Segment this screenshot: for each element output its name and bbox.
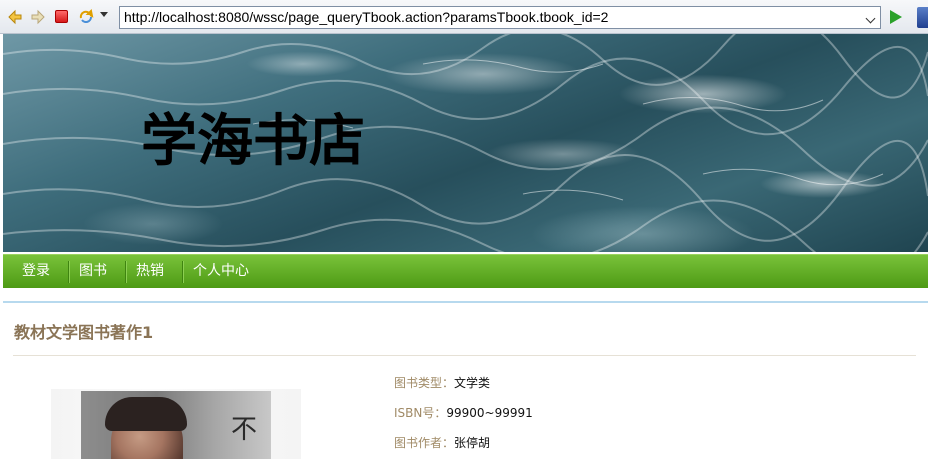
title-divider bbox=[13, 355, 916, 356]
main-nav: 登录 图书 热销 个人中心 bbox=[3, 254, 928, 288]
isbn-label: ISBN号： bbox=[394, 406, 447, 420]
isbn-row: ISBN号：99900~99991 bbox=[394, 404, 533, 421]
book-type-value: 文学类 bbox=[454, 376, 491, 390]
nav-divider bbox=[68, 261, 70, 283]
url-text: http://localhost:8080/wssc/page_queryTbo… bbox=[124, 9, 609, 25]
site-banner: 学海书店 bbox=[3, 34, 928, 252]
author-row: 图书作者：张停胡 bbox=[394, 434, 490, 451]
back-arrow-icon[interactable] bbox=[7, 9, 23, 25]
refresh-icon[interactable] bbox=[78, 9, 94, 25]
url-dropdown-icon[interactable] bbox=[865, 13, 876, 24]
book-type-label: 图书类型： bbox=[394, 376, 455, 390]
site-title: 学海书店 bbox=[141, 109, 365, 174]
history-dropdown-icon[interactable] bbox=[100, 12, 108, 17]
cover-portrait-hair bbox=[105, 397, 187, 431]
book-title: 教材文学图书著作1 bbox=[14, 323, 154, 342]
cover-title-text: 不 bbox=[231, 415, 258, 445]
forward-arrow-icon[interactable] bbox=[30, 9, 46, 25]
address-bar[interactable]: http://localhost:8080/wssc/page_queryTbo… bbox=[119, 6, 881, 29]
author-label: 图书作者： bbox=[394, 436, 455, 450]
nav-item-bestsellers[interactable]: 热销 bbox=[136, 255, 164, 288]
book-cover-image[interactable]: 不 bbox=[81, 391, 271, 459]
go-icon[interactable] bbox=[890, 10, 902, 24]
nav-divider bbox=[125, 261, 127, 283]
author-value: 张停胡 bbox=[454, 436, 491, 450]
nav-item-login[interactable]: 登录 bbox=[22, 255, 50, 288]
nav-item-books[interactable]: 图书 bbox=[79, 255, 107, 288]
isbn-value: 99900~99991 bbox=[446, 406, 533, 420]
stop-icon[interactable] bbox=[55, 10, 68, 23]
extension-icon[interactable] bbox=[917, 7, 928, 28]
book-detail-panel: 教材文学图书著作1 不 图书类型：文学类 ISBN号：99900~99991 图… bbox=[3, 301, 928, 459]
nav-item-profile[interactable]: 个人中心 bbox=[193, 255, 249, 288]
book-type-row: 图书类型：文学类 bbox=[394, 374, 490, 391]
browser-toolbar: http://localhost:8080/wssc/page_queryTbo… bbox=[0, 0, 928, 34]
nav-divider bbox=[182, 261, 184, 283]
